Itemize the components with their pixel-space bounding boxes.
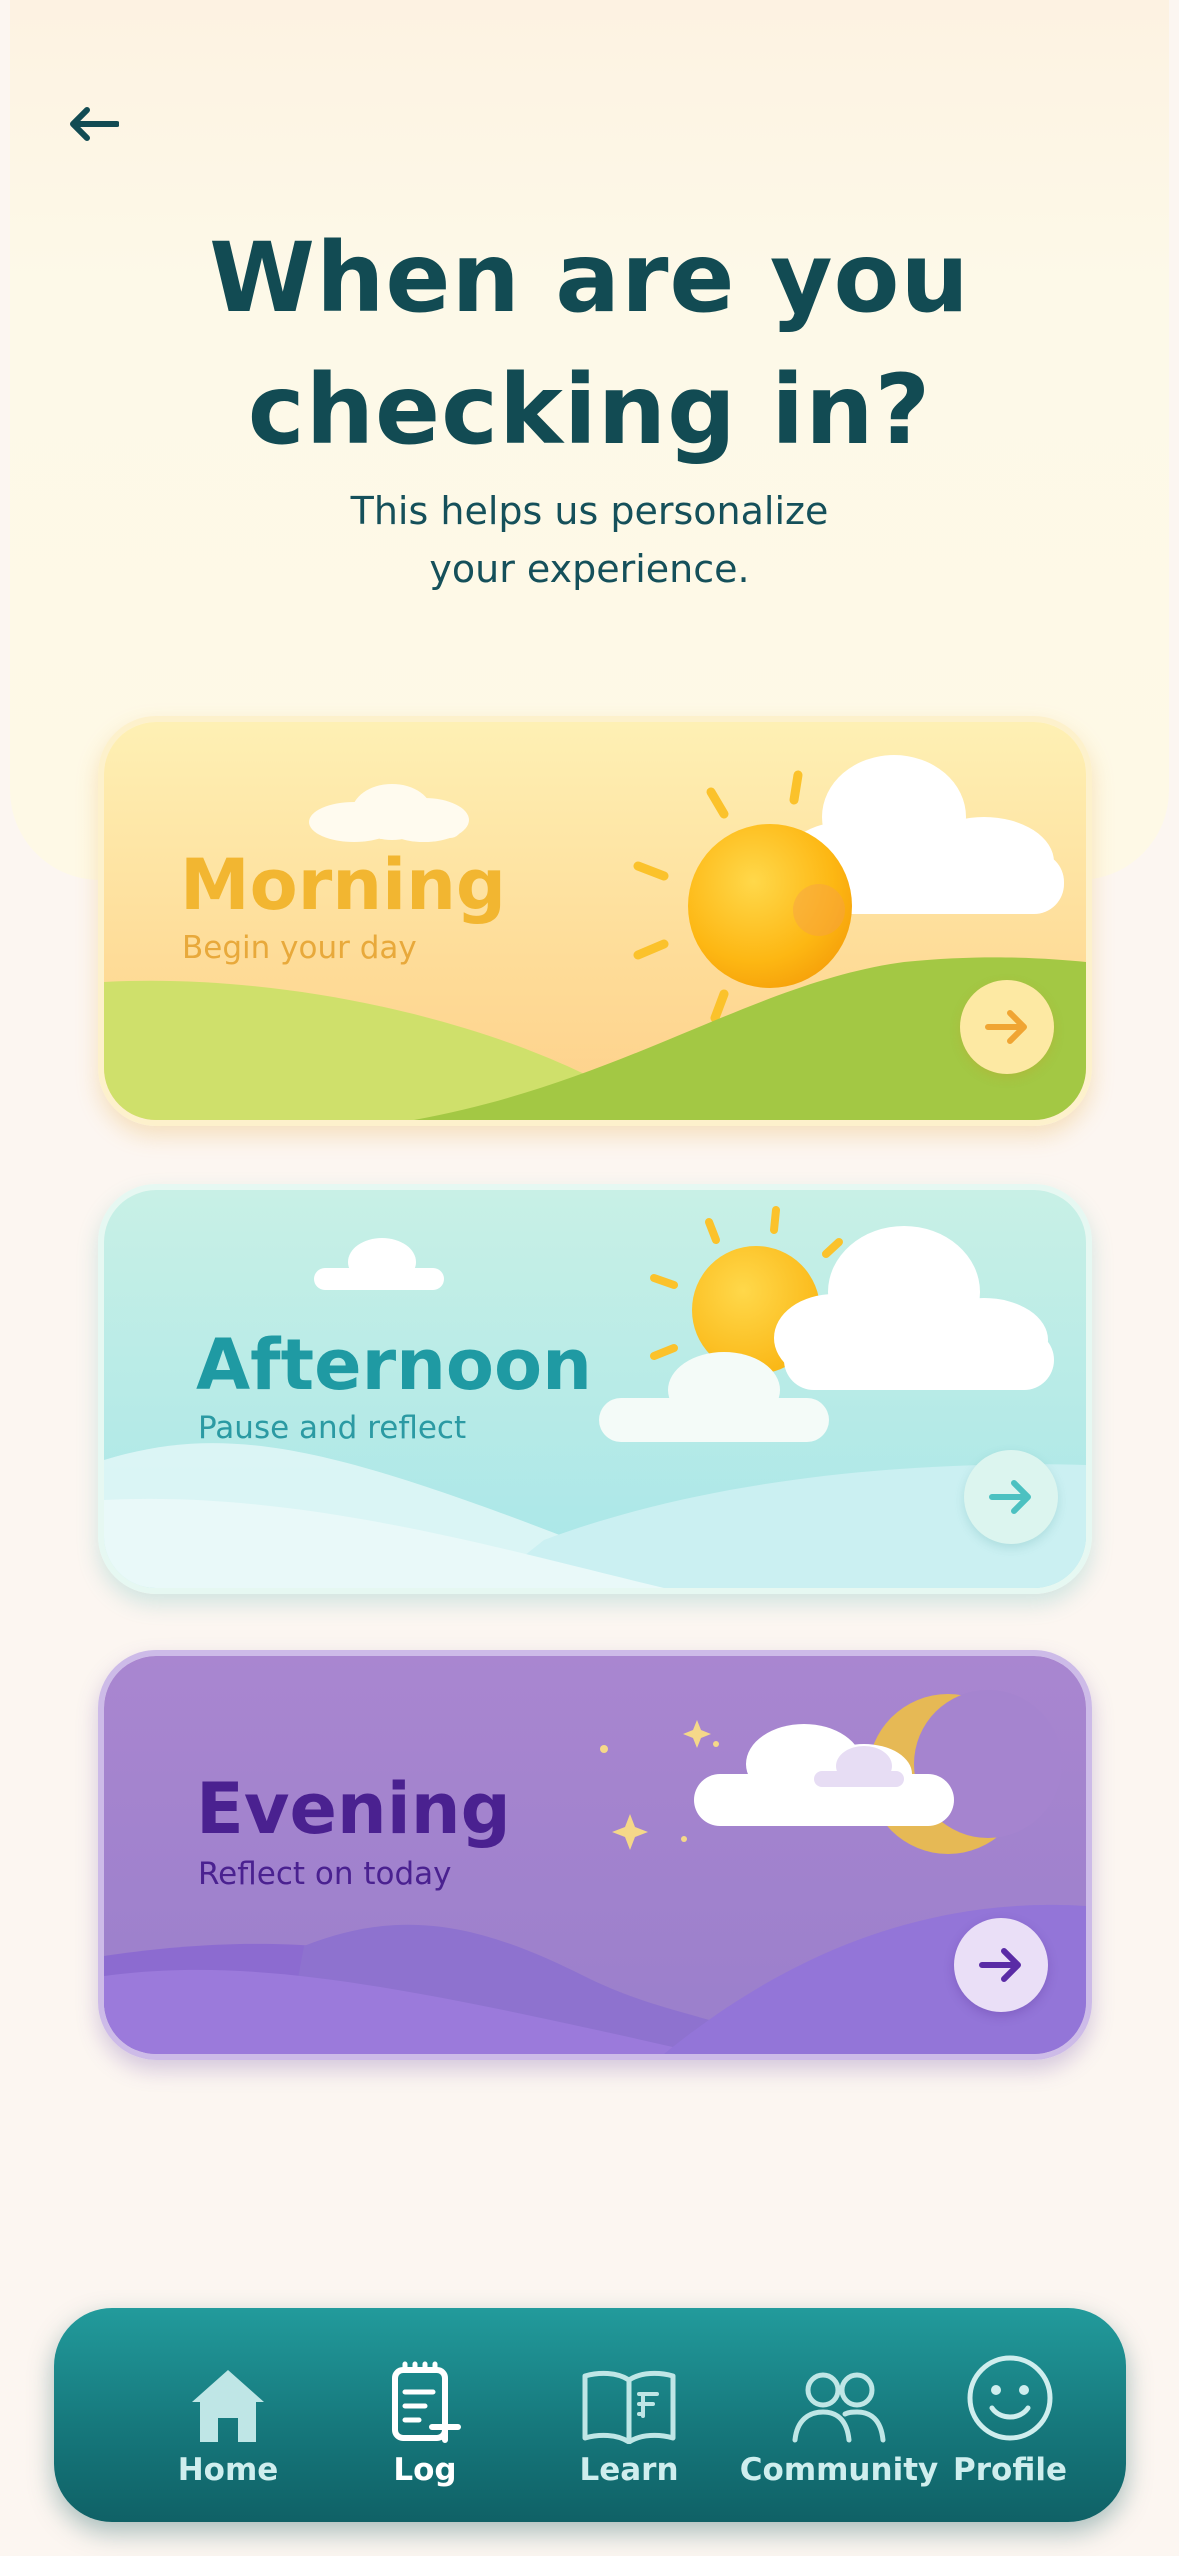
evening-card[interactable]: Evening Reflect on today xyxy=(98,1650,1092,2060)
card-subtitle: Begin your day xyxy=(182,930,417,966)
nav-item-log[interactable]: Log xyxy=(330,2308,520,2522)
afternoon-card[interactable]: Afternoon Pause and reflect xyxy=(98,1184,1092,1594)
card-subtitle: Reflect on today xyxy=(198,1856,452,1892)
nav-item-learn[interactable]: Learn xyxy=(534,2308,724,2522)
card-title: Afternoon xyxy=(196,1324,592,1406)
page-title: When are you checking in? xyxy=(209,222,970,466)
arrow-right-icon xyxy=(989,1480,1031,1514)
nav-label: Log xyxy=(393,2452,457,2488)
card-title: Morning xyxy=(180,844,507,926)
nav-label: Profile xyxy=(953,2452,1067,2488)
page-subtitle: This helps us personalize your experienc… xyxy=(350,489,829,591)
nav-item-home[interactable]: Home xyxy=(133,2308,323,2522)
back-button[interactable] xyxy=(58,96,128,152)
bottom-nav: Home Log Learn Community Profile xyxy=(54,2308,1126,2522)
morning-go-button[interactable] xyxy=(960,980,1054,1074)
nav-label: Community xyxy=(739,2452,939,2488)
morning-card[interactable]: Morning Begin your day xyxy=(98,716,1092,1126)
nav-label: Home xyxy=(177,2452,279,2488)
afternoon-go-button[interactable] xyxy=(964,1450,1058,1544)
nav-label: Learn xyxy=(579,2452,679,2488)
arrow-right-icon xyxy=(985,1010,1027,1044)
arrow-right-icon xyxy=(979,1948,1021,1982)
smiley-icon xyxy=(967,2355,1053,2441)
nav-item-profile[interactable]: Profile xyxy=(915,2308,1105,2522)
people-icon xyxy=(792,2372,886,2443)
book-icon xyxy=(582,2370,676,2444)
evening-illustration xyxy=(104,1656,1086,2054)
evening-go-button[interactable] xyxy=(954,1918,1048,2012)
clipboard-add-icon xyxy=(392,2361,461,2443)
card-title: Evening xyxy=(196,1768,511,1850)
home-icon xyxy=(192,2370,264,2442)
card-subtitle: Pause and reflect xyxy=(198,1410,467,1446)
arrow-left-icon xyxy=(70,107,119,141)
nav-item-community[interactable]: Community xyxy=(740,2308,938,2522)
